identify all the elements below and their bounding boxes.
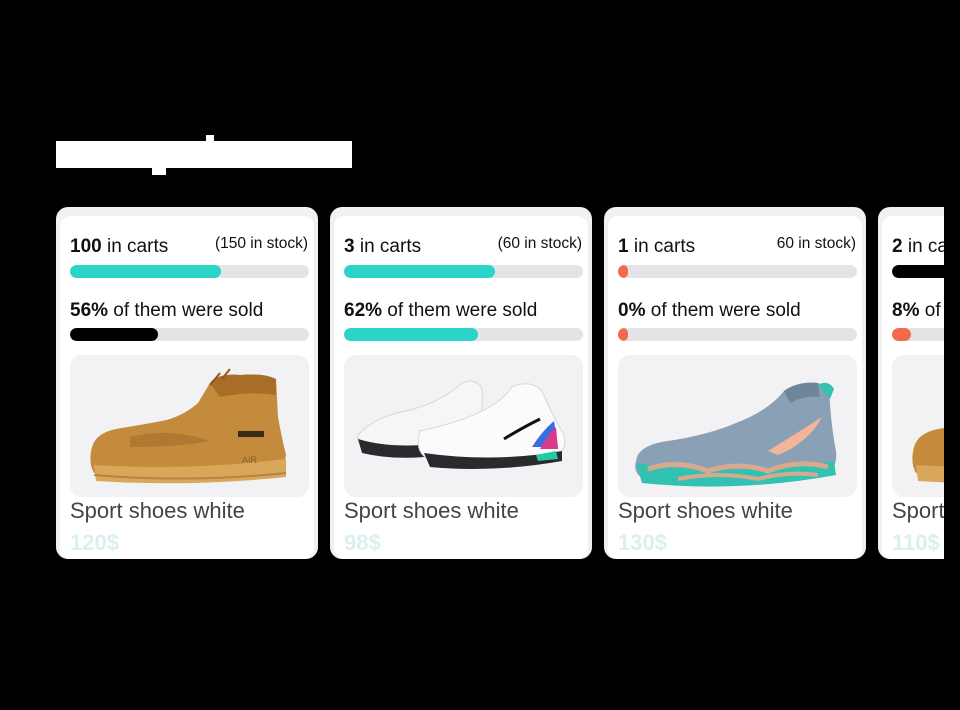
white-running-shoes-image xyxy=(357,380,566,469)
sold-percentage: 62% of them were sold xyxy=(344,300,538,321)
sold-progress-bar xyxy=(892,328,944,341)
product-card[interactable]: 100 in carts (150 in stock) 56% of them … xyxy=(56,207,318,559)
carts-count: 2 in carts xyxy=(892,236,944,257)
section-title-redacted xyxy=(56,135,352,175)
carts-progress-bar xyxy=(892,265,944,278)
product-price: 110$ xyxy=(892,530,940,555)
brown-high-top-sneaker-image: AIR xyxy=(90,368,287,484)
stock-count: (60 in stock) xyxy=(497,235,582,252)
product-price: 120$ xyxy=(70,530,119,555)
sold-percentage: 56% of them were sold xyxy=(70,300,264,321)
product-image[interactable] xyxy=(892,355,944,497)
product-price: 130$ xyxy=(618,530,667,555)
product-image[interactable] xyxy=(618,355,857,497)
svg-text:AIR: AIR xyxy=(242,455,258,465)
sold-progress-bar xyxy=(344,328,583,341)
grey-teal-basketball-shoe-image xyxy=(635,382,837,487)
product-price: 98$ xyxy=(344,530,381,555)
product-carousel[interactable]: 100 in carts (150 in stock) 56% of them … xyxy=(56,207,944,563)
carts-progress-bar xyxy=(618,265,857,278)
sold-progress-bar xyxy=(618,328,857,341)
brown-high-top-sneaker-image xyxy=(912,427,944,483)
product-card[interactable]: 2 in carts 8% of them were sold Sport sh… xyxy=(878,207,944,559)
product-name: Sport shoes white xyxy=(70,498,245,523)
sold-percentage: 8% of them were sold xyxy=(892,300,944,321)
product-name: Sport shoes white xyxy=(618,498,793,523)
sold-progress-bar xyxy=(70,328,309,341)
product-image[interactable]: AIR xyxy=(70,355,309,497)
stock-count: (150 in stock) xyxy=(214,235,308,252)
product-image[interactable] xyxy=(344,355,583,497)
stock-count: 60 in stock) xyxy=(776,235,856,252)
carts-progress-bar xyxy=(344,265,583,278)
sold-percentage: 0% of them were sold xyxy=(618,300,801,321)
product-card[interactable]: 3 in carts (60 in stock) 62% of them wer… xyxy=(330,207,592,559)
carts-progress-bar xyxy=(70,265,309,278)
product-card[interactable]: 1 in carts 60 in stock) 0% of them were … xyxy=(604,207,866,559)
product-name: Sport shoes white xyxy=(344,498,519,523)
product-name: Sport shoes white xyxy=(892,498,944,523)
